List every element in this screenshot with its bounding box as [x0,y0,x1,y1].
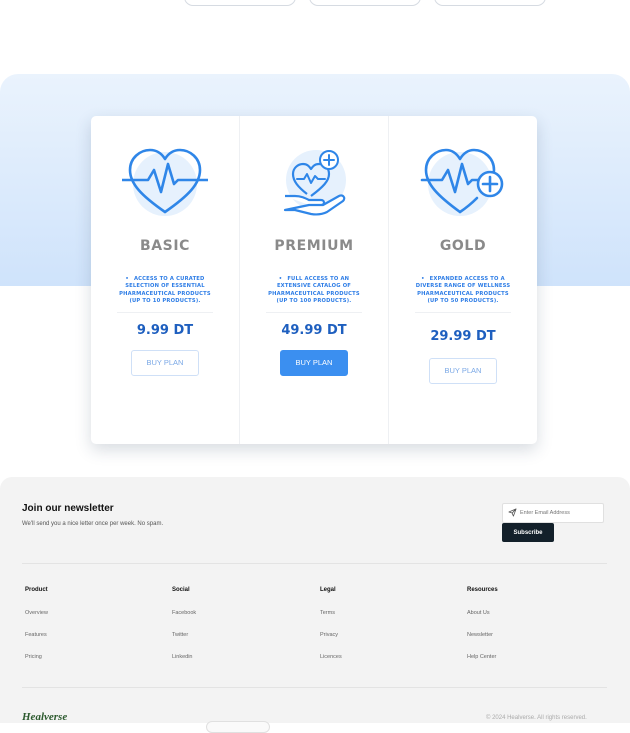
footer-link-about-us[interactable]: About Us [467,610,498,616]
plan-price: 29.99 DT [430,328,496,344]
footer: Join our newsletter We'll send you a nic… [0,477,630,733]
buy-plan-button[interactable]: BUY PLAN [131,349,199,376]
footer-link-help-center[interactable]: Help Center [467,654,498,660]
plan-name: PREMIUM [274,238,354,254]
footer-link-pricing[interactable]: Pricing [25,654,48,660]
footer-link-newsletter[interactable]: Newsletter [467,632,498,638]
nav-pill[interactable] [184,0,296,6]
plan-feature-item: Full access to an extensive catalog of p… [266,276,362,306]
footer-column-resources: Resources About Us Newsletter Help Cente… [467,587,498,676]
footer-column-title: Product [25,587,48,593]
footer-column-title: Legal [320,587,336,593]
footer-link-features[interactable]: Features [25,632,48,638]
heart-plus-icon [420,148,504,216]
send-icon [508,508,517,517]
nav-pill[interactable] [434,0,546,6]
plan-gold: GOLD Expanded access to a diverse range … [388,116,537,444]
plan-feature-list: Expanded access to a diverse range of we… [415,276,511,313]
plan-premium: PREMIUM Full access to an extensive cata… [239,116,388,444]
plan-feature-list: Full access to an extensive catalog of p… [266,276,362,313]
top-nav-pills [184,0,546,6]
plan-basic: BASIC Access to a curated selection of e… [91,116,239,444]
plan-name: BASIC [139,238,191,254]
email-input[interactable] [520,504,600,522]
footer-column-title: Social [172,587,190,593]
footer-column-social: Social Facebook Twitter Linkedin [172,587,196,676]
copyright-text: © 2024 Healverse. All rights reserved. [486,715,587,721]
footer-link-privacy[interactable]: Privacy [320,632,342,638]
subscribe-button[interactable]: Subscribe [502,523,554,542]
heart-pulse-icon [122,148,208,216]
footer-column-product: Product Overview Features Pricing [25,587,48,676]
pricing-card: BASIC Access to a curated selection of e… [91,116,537,444]
footer-link-overview[interactable]: Overview [25,610,48,616]
hand-heart-icon [283,150,346,216]
footer-link-linkedin[interactable]: Linkedin [172,654,196,660]
footer-link-twitter[interactable]: Twitter [172,632,196,638]
newsletter-subtitle: We'll send you a nice letter once per we… [22,521,164,527]
plan-feature-item: Expanded access to a diverse range of we… [415,276,511,306]
plan-price: 49.99 DT [281,322,347,338]
brand-logo[interactable]: Healverse [22,711,67,723]
buy-plan-button[interactable]: BUY PLAN [429,357,497,384]
plan-feature-item: Access to a curated selection of essenti… [117,276,213,306]
buy-plan-button[interactable]: BUY PLAN [280,349,348,376]
email-field [502,503,604,523]
plan-feature-list: Access to a curated selection of essenti… [117,276,213,313]
footer-divider [22,687,607,688]
nav-pill[interactable] [309,0,421,6]
plan-name: GOLD [439,238,487,254]
footer-link-terms[interactable]: Terms [320,610,342,616]
newsletter-title: Join our newsletter [22,503,114,514]
footer-column-title: Resources [467,587,498,593]
plan-price: 9.99 DT [136,322,194,338]
footer-column-legal: Legal Terms Privacy Licences [320,587,342,676]
footer-link-facebook[interactable]: Facebook [172,610,196,616]
footer-link-licences[interactable]: Licences [320,654,342,660]
footer-divider [22,563,607,564]
